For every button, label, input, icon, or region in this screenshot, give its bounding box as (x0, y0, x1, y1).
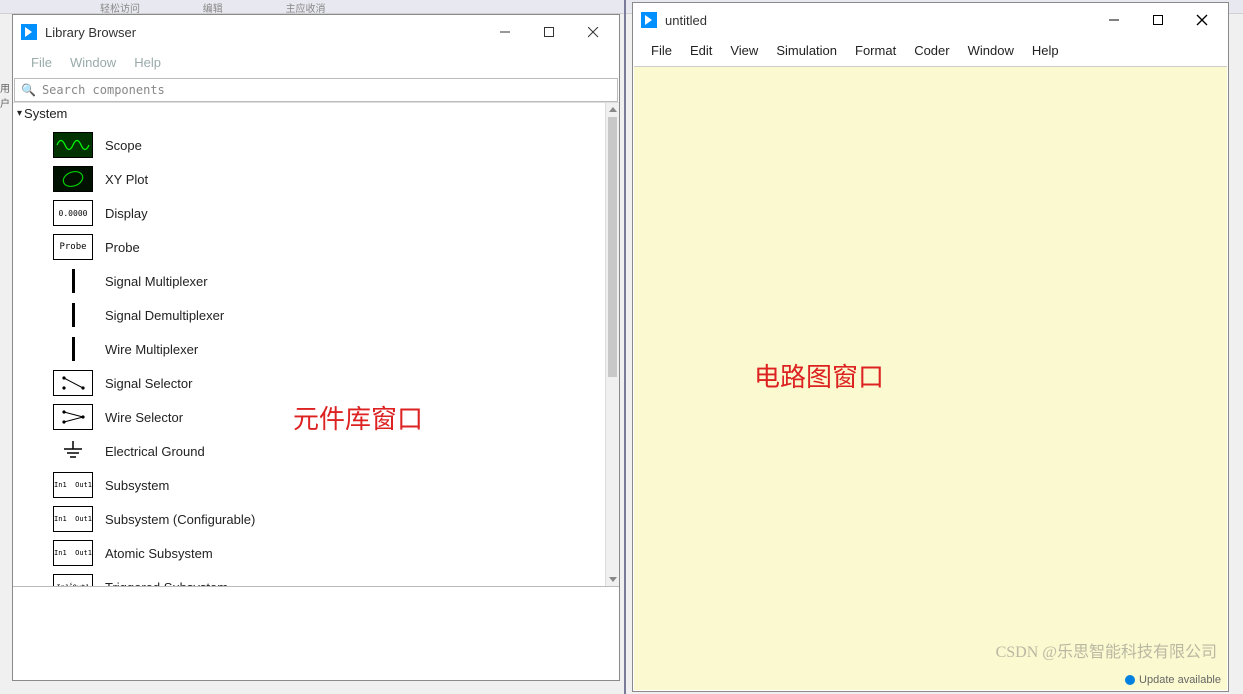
component-scope[interactable]: Scope (13, 128, 605, 162)
menubar: File Window Help (13, 49, 619, 78)
sub-icon: In1 Out1 (53, 506, 93, 532)
component-xy-plot[interactable]: XY Plot (13, 162, 605, 196)
search-placeholder: Search components (42, 83, 165, 97)
search-input[interactable]: 🔍 Search components (14, 78, 618, 102)
component-label: Wire Selector (105, 410, 183, 425)
side-label: 用户 (0, 80, 12, 110)
bar-icon (53, 336, 93, 362)
sel1-icon (53, 370, 93, 396)
component-label: Probe (105, 240, 140, 255)
library-browser-window: Library Browser File Window Help 🔍 Searc… (12, 14, 620, 681)
menubar: File Edit View Simulation Format Coder W… (633, 37, 1228, 66)
scrollbar-thumb[interactable] (608, 117, 617, 377)
component-triggered-subsystem[interactable]: In1⚡Out1 Triggered Subsystem (13, 570, 605, 586)
component-label: Wire Multiplexer (105, 342, 198, 357)
menu-file[interactable]: File (643, 41, 680, 60)
search-icon: 🔍 (21, 83, 36, 97)
sel2-icon (53, 404, 93, 430)
window-divider (624, 0, 626, 694)
menu-format[interactable]: Format (847, 41, 904, 60)
component-signal-selector[interactable]: Signal Selector (13, 366, 605, 400)
display-icon: 0.0000 (53, 200, 93, 226)
component-label: XY Plot (105, 172, 148, 187)
schematic-canvas[interactable]: 电路图窗口 CSDN @乐思智能科技有限公司 Update available (634, 66, 1227, 690)
app-icon (641, 12, 657, 28)
status-bar[interactable]: Update available (1125, 674, 1221, 686)
bar-icon (53, 302, 93, 328)
menu-help[interactable]: Help (126, 53, 169, 72)
menu-simulation[interactable]: Simulation (768, 41, 845, 60)
component-label: Atomic Subsystem (105, 546, 213, 561)
component-subsystem-configurable-[interactable]: In1 Out1 Subsystem (Configurable) (13, 502, 605, 536)
watermark: CSDN @乐思智能科技有限公司 (996, 638, 1217, 662)
component-label: Signal Demultiplexer (105, 308, 224, 323)
close-button[interactable] (571, 17, 615, 47)
component-atomic-subsystem[interactable]: In1 Out1 Atomic Subsystem (13, 536, 605, 570)
update-indicator-icon (1125, 675, 1135, 685)
minimize-button[interactable] (483, 17, 527, 47)
ground-icon (53, 438, 93, 464)
menu-help[interactable]: Help (1024, 41, 1067, 60)
details-pane (13, 586, 619, 680)
chevron-down-icon: ▾ (17, 108, 22, 119)
bar-icon (53, 268, 93, 294)
window-title: Library Browser (45, 25, 483, 40)
vertical-scrollbar[interactable] (605, 103, 619, 586)
sub-icon: In1 Out1 (53, 472, 93, 498)
maximize-button[interactable] (1136, 5, 1180, 35)
component-wire-multiplexer[interactable]: Wire Multiplexer (13, 332, 605, 366)
sub-icon: In1 Out1 (53, 540, 93, 566)
menu-view[interactable]: View (722, 41, 766, 60)
tree-root-label: System (24, 106, 67, 121)
component-tree: ▾ System ScopeXY Plot0.0000DisplayProbeP… (13, 102, 619, 586)
component-label: Signal Multiplexer (105, 274, 208, 289)
menu-window[interactable]: Window (960, 41, 1022, 60)
scope-icon (53, 132, 93, 158)
component-electrical-ground[interactable]: Electrical Ground (13, 434, 605, 468)
titlebar[interactable]: untitled (633, 3, 1228, 37)
window-title: untitled (665, 13, 1092, 28)
close-button[interactable] (1180, 5, 1224, 35)
minimize-button[interactable] (1092, 5, 1136, 35)
component-label: Signal Selector (105, 376, 192, 391)
titlebar[interactable]: Library Browser (13, 15, 619, 49)
component-label: Subsystem (105, 478, 169, 493)
status-text: Update available (1139, 674, 1221, 686)
menu-coder[interactable]: Coder (906, 41, 957, 60)
app-icon (21, 24, 37, 40)
maximize-button[interactable] (527, 17, 571, 47)
component-display[interactable]: 0.0000 Display (13, 196, 605, 230)
subt-icon: In1⚡Out1 (53, 574, 93, 586)
component-label: Scope (105, 138, 142, 153)
probe-icon: Probe (53, 234, 93, 260)
schematic-window: untitled File Edit View Simulation Forma… (632, 2, 1229, 692)
component-label: Electrical Ground (105, 444, 205, 459)
menu-file[interactable]: File (23, 53, 60, 72)
annotation-schematic: 电路图窗口 (754, 357, 884, 394)
component-label: Triggered Subsystem (105, 580, 228, 587)
component-label: Display (105, 206, 148, 221)
component-probe[interactable]: Probe Probe (13, 230, 605, 264)
component-wire-selector[interactable]: Wire Selector (13, 400, 605, 434)
menu-edit[interactable]: Edit (682, 41, 720, 60)
tree-root-system[interactable]: ▾ System (13, 103, 605, 124)
component-signal-multiplexer[interactable]: Signal Multiplexer (13, 264, 605, 298)
component-subsystem[interactable]: In1 Out1 Subsystem (13, 468, 605, 502)
xy-icon (53, 166, 93, 192)
component-signal-demultiplexer[interactable]: Signal Demultiplexer (13, 298, 605, 332)
component-label: Subsystem (Configurable) (105, 512, 255, 527)
menu-window[interactable]: Window (62, 53, 124, 72)
